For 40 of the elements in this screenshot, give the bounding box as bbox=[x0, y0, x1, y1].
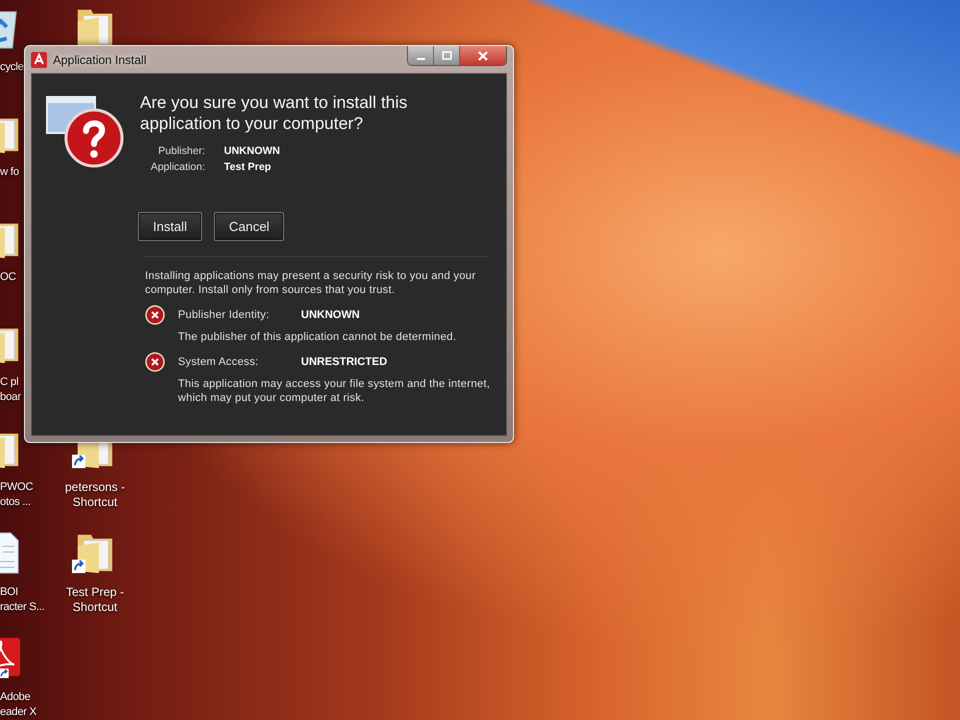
icon-label[interactable]: Shortcut bbox=[72, 495, 118, 510]
risk-label: Publisher Identity: bbox=[178, 308, 270, 322]
risk-description: This application may access your file system and the internet, which may put your computer at risk. bbox=[178, 377, 491, 405]
icon-label[interactable]: eader X bbox=[0, 705, 36, 720]
risk-description: The publisher of this application cannot be determined. bbox=[178, 330, 458, 344]
security-warning-text: Installing applications may present a security risk to you and your computer. Install only from sources that you trust. bbox=[145, 269, 477, 297]
detail-value: UNKNOWN bbox=[224, 145, 281, 158]
dialog-heading: Are you sure you want to install this application to your computer? bbox=[140, 92, 408, 134]
close-icon bbox=[478, 50, 488, 60]
minimize-icon bbox=[416, 58, 424, 60]
install-button[interactable]: Install bbox=[138, 212, 202, 241]
window-title: Application Install bbox=[53, 52, 146, 66]
risk-label: System Access: bbox=[178, 355, 260, 369]
icon-label[interactable]: OC bbox=[0, 270, 16, 285]
cancel-button[interactable]: Cancel bbox=[214, 212, 284, 241]
question-warning-icon bbox=[46, 96, 126, 168]
detail-label: Publisher: bbox=[157, 145, 205, 158]
icon-label[interactable]: Adobe bbox=[0, 690, 30, 705]
icon-label[interactable]: C pl bbox=[0, 375, 18, 390]
minimize-button[interactable] bbox=[408, 46, 434, 65]
icon-label[interactable]: BOI bbox=[0, 585, 18, 600]
app-logo-icon bbox=[31, 52, 47, 68]
icon-label[interactable]: Shortcut bbox=[72, 600, 118, 615]
close-button[interactable] bbox=[460, 46, 506, 65]
maximize-button[interactable] bbox=[434, 46, 460, 65]
icon-label[interactable]: Test Prep - bbox=[66, 585, 124, 600]
icon-label[interactable]: cycle bbox=[0, 60, 24, 75]
detail-label: Application: bbox=[150, 161, 205, 174]
icon-label[interactable]: w fo bbox=[0, 165, 19, 180]
error-icon bbox=[145, 352, 165, 372]
risk-value: UNRESTRICTED bbox=[301, 355, 388, 369]
icon-label[interactable]: racter S... bbox=[0, 600, 44, 615]
icon-label[interactable]: otos ... bbox=[0, 495, 31, 510]
icon-label[interactable]: petersons - bbox=[64, 480, 126, 495]
detail-value: Test Prep bbox=[224, 161, 272, 174]
error-icon bbox=[145, 305, 165, 325]
maximize-icon bbox=[442, 50, 452, 60]
icon-label[interactable]: PWOC bbox=[0, 480, 34, 495]
risk-value: UNKNOWN bbox=[301, 308, 360, 322]
icon-label[interactable]: boar bbox=[0, 390, 21, 405]
